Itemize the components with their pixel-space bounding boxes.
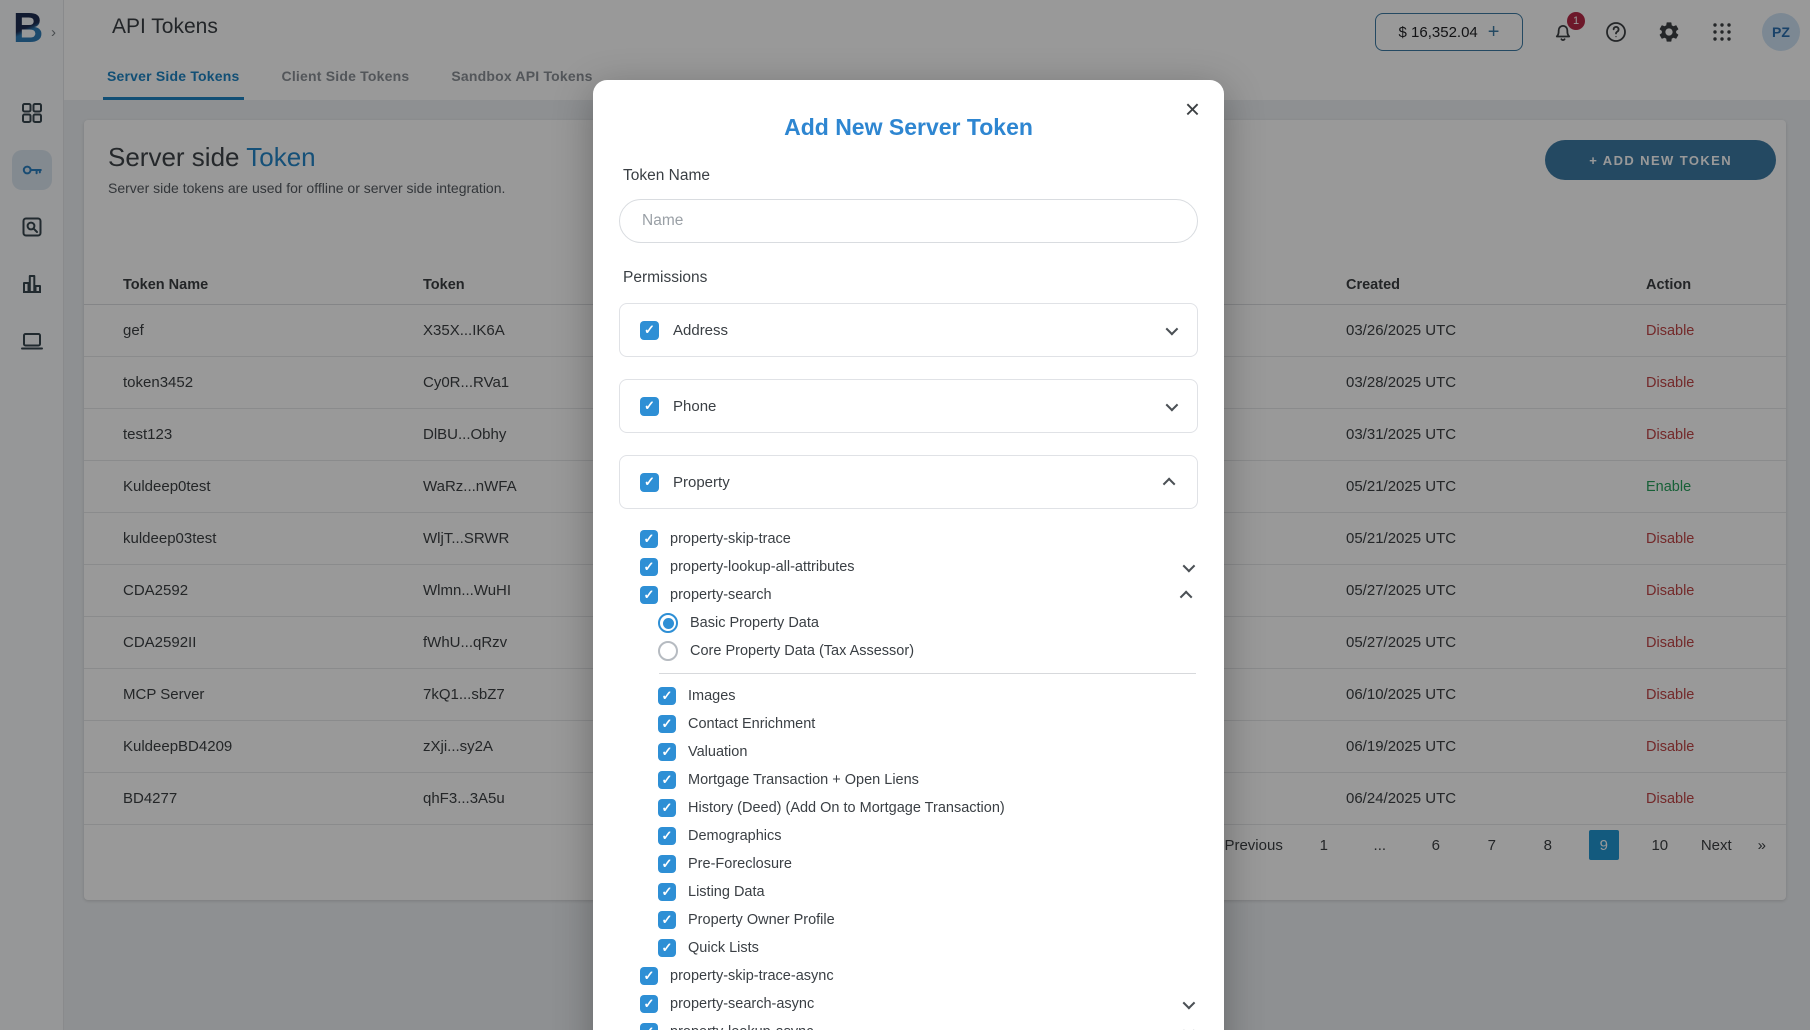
option-demographics[interactable]: Demographics: [619, 822, 1198, 850]
chevron-down-icon[interactable]: [1183, 996, 1196, 1009]
close-icon[interactable]: ×: [1185, 96, 1200, 122]
checkbox-mortgage-transaction-open-liens[interactable]: [658, 771, 676, 789]
token-name-label: Token Name: [623, 167, 1198, 185]
checkbox-images[interactable]: [658, 687, 676, 705]
options-divider: [659, 673, 1196, 674]
option-label: Images: [688, 688, 1186, 704]
permission-item-label: property-search: [670, 587, 1183, 603]
option-property-owner-profile[interactable]: Property Owner Profile: [619, 906, 1198, 934]
checkbox-property-skip-trace[interactable]: [640, 530, 658, 548]
option-mortgage-transaction-open-liens[interactable]: Mortgage Transaction + Open Liens: [619, 766, 1198, 794]
checkbox-property-search[interactable]: [640, 586, 658, 604]
accordion-label: Property: [673, 474, 1166, 491]
checkbox-property-owner-profile[interactable]: [658, 911, 676, 929]
option-images[interactable]: Images: [619, 682, 1198, 710]
permissions-accordions: Address Phone Property: [619, 303, 1198, 509]
app-root: B › API Tokens $ 16,352.04 + 1: [0, 0, 1810, 1030]
option-contact-enrichment[interactable]: Contact Enrichment: [619, 710, 1198, 738]
option-label: Pre-Foreclosure: [688, 856, 1186, 872]
permission-item-label: property-lookup-all-attributes: [670, 559, 1183, 575]
option-label: Mortgage Transaction + Open Liens: [688, 772, 1186, 788]
option-quick-lists[interactable]: Quick Lists: [619, 934, 1198, 962]
option-label: Basic Property Data: [690, 615, 1186, 631]
chevron-down-icon[interactable]: [1166, 322, 1179, 335]
permissions-label: Permissions: [623, 269, 1198, 287]
permission-accordion-phone[interactable]: Phone: [619, 379, 1198, 433]
checkbox-property-lookup-async[interactable]: [640, 1023, 658, 1030]
option-pre-foreclosure[interactable]: Pre-Foreclosure: [619, 850, 1198, 878]
option-label: Demographics: [688, 828, 1186, 844]
permission-accordion-address[interactable]: Address: [619, 303, 1198, 357]
checkbox-property-lookup-all-attributes[interactable]: [640, 558, 658, 576]
permission-item-property-lookup-async[interactable]: property-lookup-async: [619, 1018, 1198, 1030]
token-name-input[interactable]: [619, 199, 1198, 243]
option-label: Valuation: [688, 744, 1186, 760]
checkbox-pre-foreclosure[interactable]: [658, 855, 676, 873]
permission-item-property-skip-trace[interactable]: property-skip-trace: [619, 525, 1198, 553]
checkbox-history-deed-add-on-to-mortgage-transaction[interactable]: [658, 799, 676, 817]
chevron-down-icon[interactable]: [1183, 1024, 1196, 1030]
chevron-down-icon[interactable]: [1183, 559, 1196, 572]
permission-item-label: property-skip-trace-async: [670, 968, 1192, 984]
option-label: Listing Data: [688, 884, 1186, 900]
permission-item-label: property-skip-trace: [670, 531, 1192, 547]
add-token-modal: × Add New Server Token Token Name Permis…: [593, 80, 1224, 1030]
radio-basic-property-data[interactable]: [658, 613, 678, 633]
permission-item-label: property-search-async: [670, 996, 1183, 1012]
option-core-property-data-tax-assessor[interactable]: Core Property Data (Tax Assessor): [619, 637, 1198, 665]
checkbox-quick-lists[interactable]: [658, 939, 676, 957]
checkbox-property-skip-trace-async[interactable]: [640, 967, 658, 985]
checkbox-phone[interactable]: [640, 397, 659, 416]
permission-item-label: property-lookup-async: [670, 1024, 1183, 1030]
option-listing-data[interactable]: Listing Data: [619, 878, 1198, 906]
checkbox-listing-data[interactable]: [658, 883, 676, 901]
permission-accordion-property[interactable]: Property: [619, 455, 1198, 509]
checkbox-contact-enrichment[interactable]: [658, 715, 676, 733]
permission-item-property-lookup-all-attributes[interactable]: property-lookup-all-attributes: [619, 553, 1198, 581]
permission-item-property-search[interactable]: property-search: [619, 581, 1198, 609]
permission-item-property-search-async[interactable]: property-search-async: [619, 990, 1198, 1018]
permission-item-property-skip-trace-async[interactable]: property-skip-trace-async: [619, 962, 1198, 990]
property-permissions-list: property-skip-trace property-lookup-all-a…: [619, 525, 1198, 1030]
checkbox-property-search-async[interactable]: [640, 995, 658, 1013]
checkbox-demographics[interactable]: [658, 827, 676, 845]
option-label: Core Property Data (Tax Assessor): [690, 643, 1186, 659]
option-valuation[interactable]: Valuation: [619, 738, 1198, 766]
checkbox-property[interactable]: [640, 473, 659, 492]
checkbox-valuation[interactable]: [658, 743, 676, 761]
option-label: Contact Enrichment: [688, 716, 1186, 732]
option-label: Quick Lists: [688, 940, 1186, 956]
radio-core-property-data-tax-assessor[interactable]: [658, 641, 678, 661]
option-history-deed-add-on-to-mortgage-transaction[interactable]: History (Deed) (Add On to Mortgage Trans…: [619, 794, 1198, 822]
checkbox-address[interactable]: [640, 321, 659, 340]
option-label: History (Deed) (Add On to Mortgage Trans…: [688, 800, 1186, 816]
accordion-label: Address: [673, 322, 1166, 339]
chevron-down-icon[interactable]: [1166, 398, 1179, 411]
modal-title: Add New Server Token: [619, 114, 1198, 141]
option-basic-property-data[interactable]: Basic Property Data: [619, 609, 1198, 637]
accordion-label: Phone: [673, 398, 1166, 415]
option-label: Property Owner Profile: [688, 912, 1186, 928]
